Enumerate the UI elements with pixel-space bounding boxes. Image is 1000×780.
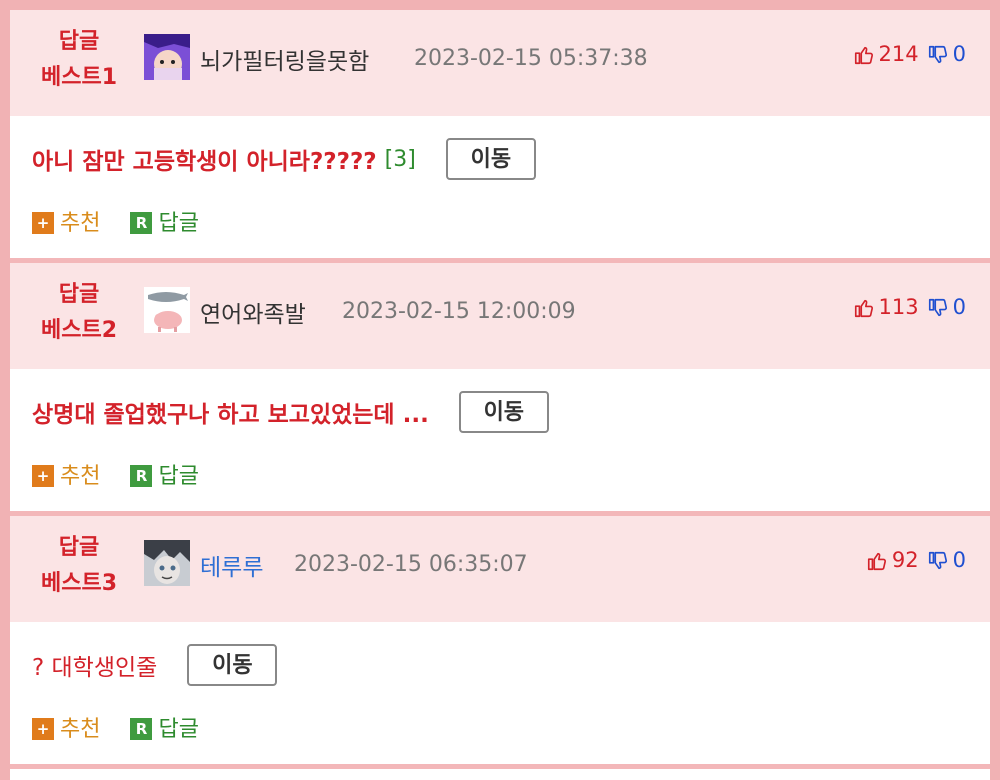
- best-reply-3: 답글 베스트3 테루루 2023-02-15 06:35:07 92 0 ? 대…: [10, 516, 990, 764]
- reply-body: 아니 잠만 고등학생이 아니라????? [3] 이동: [32, 138, 536, 180]
- comment-count: [3]: [384, 146, 416, 172]
- reply-header: 답글 베스트2 연어와족발 2023-02-15 12:00:09 113 0: [10, 263, 990, 369]
- move-button[interactable]: 이동: [187, 644, 278, 686]
- best-badge-line2: 베스트2: [40, 318, 118, 343]
- best-reply-2: 답글 베스트2 연어와족발 2023-02-15 12:00:09 113 0: [10, 263, 990, 511]
- plus-icon: +: [32, 718, 54, 740]
- reply-header: 답글 베스트3 테루루 2023-02-15 06:35:07 92 0: [10, 516, 990, 622]
- plus-icon: +: [32, 212, 54, 234]
- reply-label: 답글: [158, 464, 199, 489]
- recommend-label: 추천: [60, 717, 101, 742]
- recommend-button[interactable]: + 추천: [32, 711, 100, 743]
- vote-counts: 113 0: [853, 295, 966, 319]
- reply-actions: + 추천 R 답글: [32, 711, 229, 743]
- reply-icon: R: [130, 212, 153, 234]
- best-badge: 답글 베스트2: [30, 277, 128, 349]
- reply-date: 2023-02-15 05:37:38: [414, 46, 648, 71]
- move-button[interactable]: 이동: [445, 138, 536, 180]
- nickname[interactable]: 연어와족발: [200, 295, 306, 329]
- reply-actions: + 추천 R 답글: [32, 458, 229, 490]
- best-badge: 답글 베스트3: [30, 530, 128, 602]
- reply-button[interactable]: R 답글: [130, 205, 199, 237]
- reply-header: 답글 베스트1 뇌가필터링을못함 2023-02-15 05:37:38 214: [10, 10, 990, 116]
- reply-icon: R: [130, 718, 153, 740]
- downvote-count: 0: [952, 548, 966, 572]
- downvote-count: 0: [952, 295, 966, 319]
- downvote-count: 0: [952, 42, 966, 66]
- thumbs-up-icon[interactable]: [853, 42, 875, 66]
- reply-title-link[interactable]: 상명대 졸업했구나 하고 보고있었는데 ...: [32, 395, 429, 429]
- plus-icon: +: [32, 465, 54, 487]
- nickname[interactable]: 테루루: [200, 548, 263, 582]
- thumbs-down-icon[interactable]: [927, 548, 949, 572]
- reply-actions: + 추천 R 답글: [32, 205, 229, 237]
- reply-date: 2023-02-15 12:00:09: [342, 299, 576, 324]
- upvote-count: 214: [878, 42, 919, 66]
- thumbs-down-icon[interactable]: [927, 42, 949, 66]
- nickname[interactable]: 뇌가필터링을못함: [200, 42, 369, 76]
- upvote-count: 113: [878, 295, 919, 319]
- reply-body: 상명대 졸업했구나 하고 보고있었는데 ... 이동: [32, 391, 549, 433]
- thumbs-down-icon[interactable]: [927, 295, 949, 319]
- reply-title-link[interactable]: 아니 잠만 고등학생이 아니라?????: [32, 142, 377, 176]
- move-button[interactable]: 이동: [458, 391, 549, 433]
- best-badge-line2: 베스트1: [40, 65, 118, 90]
- best-badge-line2: 베스트3: [40, 571, 118, 596]
- recommend-button[interactable]: + 추천: [32, 458, 100, 490]
- best-badge: 답글 베스트1: [30, 24, 128, 96]
- vote-counts: 92 0: [866, 548, 966, 572]
- reply-body: ? 대학생인줄 이동: [32, 644, 278, 686]
- reply-title-link[interactable]: ? 대학생인줄: [32, 648, 157, 682]
- avatar[interactable]: [144, 34, 190, 80]
- reply-button[interactable]: R 답글: [130, 711, 199, 743]
- avatar[interactable]: [144, 287, 190, 333]
- thumbs-up-icon[interactable]: [853, 295, 875, 319]
- recommend-button[interactable]: + 추천: [32, 205, 100, 237]
- reply-date: 2023-02-15 06:35:07: [294, 552, 528, 577]
- reply-icon: R: [130, 465, 153, 487]
- recommend-label: 추천: [60, 464, 101, 489]
- upvote-count: 92: [891, 548, 919, 572]
- avatar[interactable]: [144, 540, 190, 586]
- reply-label: 답글: [158, 211, 199, 236]
- best-badge-line1: 답글: [58, 282, 100, 307]
- next-reply-partial: [10, 769, 990, 780]
- reply-button[interactable]: R 답글: [130, 458, 199, 490]
- best-badge-line1: 답글: [58, 535, 100, 560]
- best-badge-line1: 답글: [58, 29, 100, 54]
- reply-label: 답글: [158, 717, 199, 742]
- vote-counts: 214 0: [853, 42, 966, 66]
- best-reply-1: 답글 베스트1 뇌가필터링을못함 2023-02-15 05:37:38 214: [10, 10, 990, 258]
- recommend-label: 추천: [60, 211, 101, 236]
- thumbs-up-icon[interactable]: [866, 548, 888, 572]
